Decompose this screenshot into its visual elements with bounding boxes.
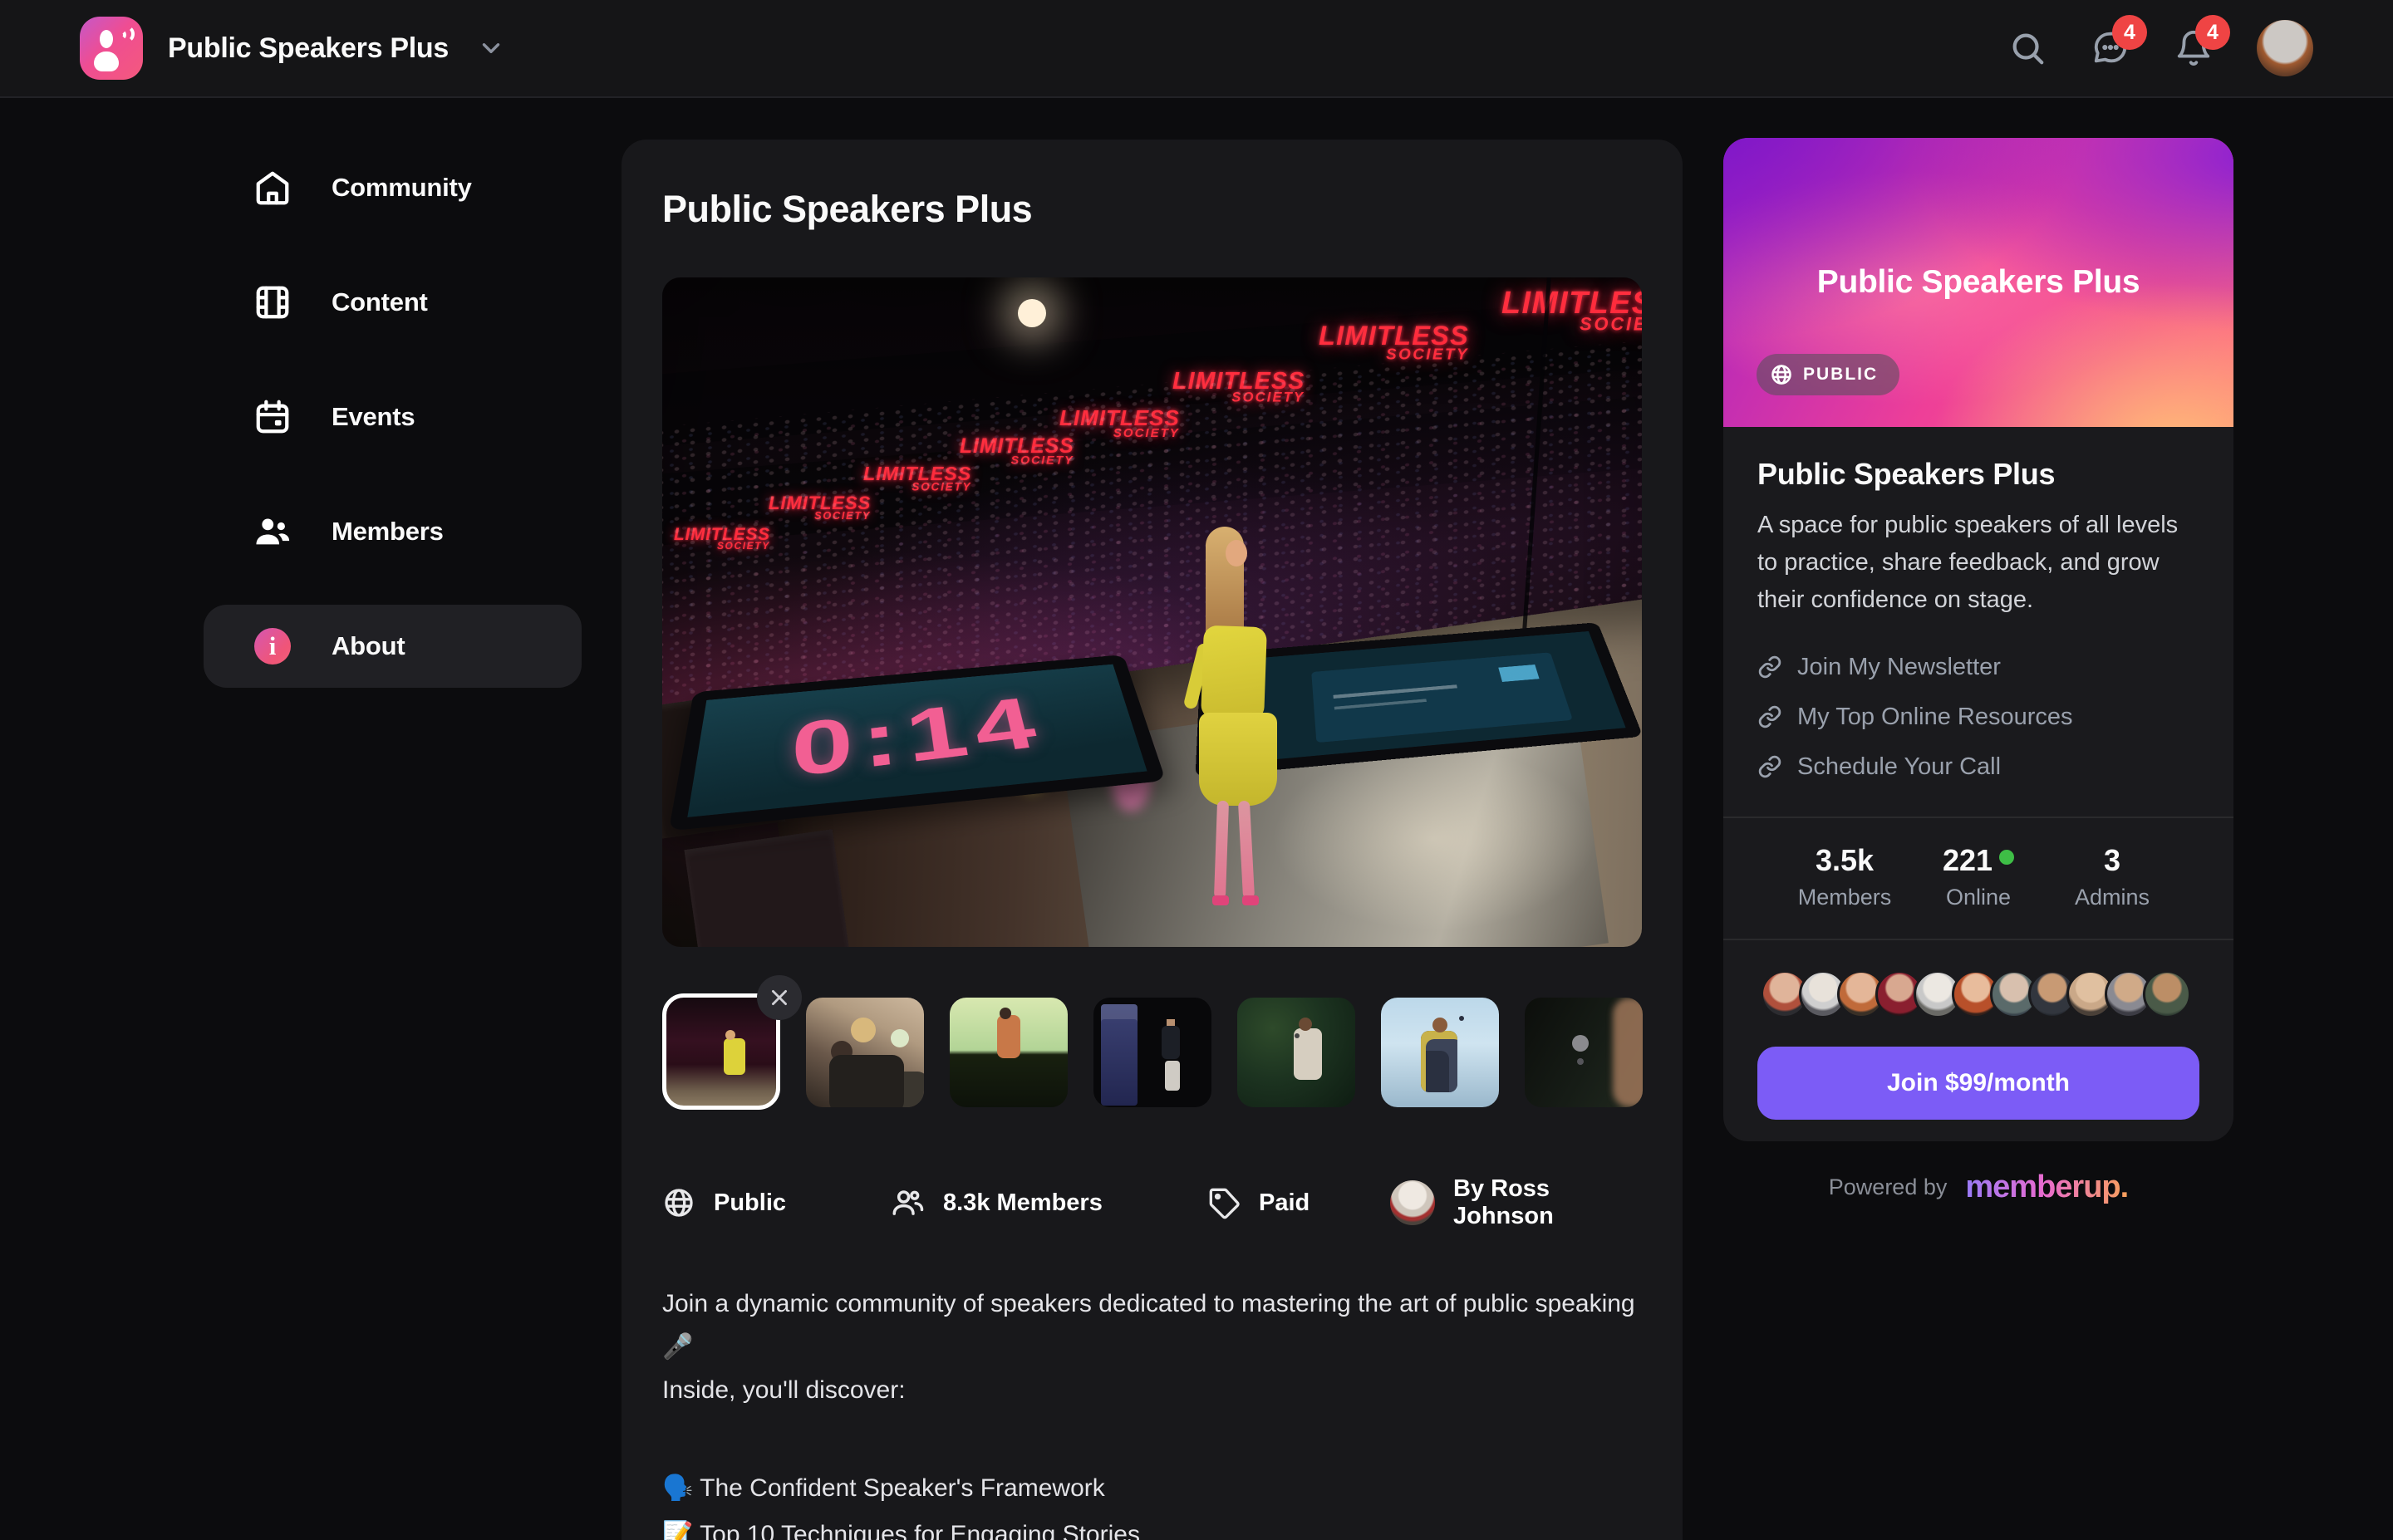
speaker-person-icon	[100, 30, 113, 48]
timer-text: 0:14	[791, 681, 1053, 795]
notifications-button[interactable]: 4	[2174, 28, 2214, 68]
online-dot	[1999, 850, 2014, 865]
join-button[interactable]: Join $99/month	[1757, 1047, 2199, 1120]
community-stats: 3.5k Members 221 Online 3 Admins	[1757, 818, 2199, 910]
community-banner: Public Speakers Plus PUBLIC	[1723, 138, 2233, 427]
panel-links: Join My Newsletter My Top Online Resourc…	[1757, 649, 2199, 785]
sidebar-item-members[interactable]: Members	[204, 490, 582, 573]
sidebar: Community Content Events Members i About	[204, 146, 582, 688]
close-icon[interactable]	[757, 975, 802, 1020]
community-switcher[interactable]: Public Speakers Plus	[80, 17, 505, 80]
stat-admins: 3 Admins	[2058, 843, 2166, 910]
stage-glow	[1260, 739, 1609, 939]
user-avatar[interactable]	[2257, 20, 2313, 76]
sidebar-item-about[interactable]: i About	[204, 605, 582, 688]
film-icon	[253, 283, 292, 321]
powered-by: Powered by memberup.	[1723, 1170, 2233, 1205]
members-meta: 8.3k Members	[890, 1176, 1103, 1229]
link-join-newsletter[interactable]: Join My Newsletter	[1757, 649, 2199, 685]
top-bar: Public Speakers Plus 4 4	[0, 0, 2393, 98]
description-paragraph: Join a dynamic community of speakers ded…	[662, 1283, 1643, 1369]
community-meta-row: Public 8.3k Members Paid By Ross Johnson	[662, 1176, 1642, 1229]
author-meta: By Ross Johnson	[1390, 1176, 1642, 1229]
description-bullet: 🗣️ The Confident Speaker's Framework	[662, 1465, 1643, 1512]
stage-equipment	[684, 829, 849, 947]
people-icon	[253, 513, 292, 551]
description-paragraph: Inside, you'll discover:	[662, 1369, 1643, 1412]
memberup-logo[interactable]: memberup.	[1965, 1170, 2128, 1205]
globe-icon	[662, 1186, 695, 1219]
sidebar-label: About	[332, 631, 405, 661]
tag-icon	[1207, 1186, 1241, 1219]
panel-title: Public Speakers Plus	[1757, 457, 2199, 492]
calendar-icon	[253, 398, 292, 436]
arena-sign: LIMITLESSSOCIETY	[1319, 324, 1469, 362]
about-card: Public Speakers Plus LIMITLESSSOCIETY LI…	[622, 140, 1683, 1540]
thumbnail-banner-speaker[interactable]	[1093, 998, 1211, 1107]
panel-body: Public Speakers Plus A space for public …	[1723, 427, 2233, 1120]
people-icon	[890, 1185, 925, 1220]
privacy-meta: Public	[662, 1176, 786, 1229]
sidebar-item-community[interactable]: Community	[204, 146, 582, 229]
stat-members: 3.5k Members	[1791, 843, 1899, 910]
notifications-badge: 4	[2195, 15, 2230, 50]
community-info-panel: Public Speakers Plus PUBLIC Public Speak…	[1723, 138, 2233, 1141]
link-icon	[1757, 704, 1782, 729]
thumbnail-patterned-shirt-speaker[interactable]	[1381, 998, 1499, 1107]
gallery-thumbnails	[662, 993, 1642, 1110]
globe-icon	[1770, 363, 1793, 386]
stat-online: 221 Online	[1924, 843, 2032, 910]
member-avatar	[2143, 970, 2191, 1018]
community-description: Join a dynamic community of speakers ded…	[662, 1283, 1643, 1540]
sidebar-item-content[interactable]: Content	[204, 261, 582, 344]
link-icon	[1757, 655, 1782, 679]
home-icon	[253, 169, 292, 207]
sidebar-label: Content	[332, 287, 428, 317]
hero-image[interactable]: LIMITLESSSOCIETY LIMITLESSSOCIETY LIMITL…	[662, 277, 1642, 947]
sidebar-label: Members	[332, 517, 444, 547]
thumbnail-microphone-closeup[interactable]	[1525, 998, 1643, 1107]
sidebar-item-events[interactable]: Events	[204, 375, 582, 459]
link-icon	[1757, 754, 1782, 779]
description-bullet: 📝 Top 10 Techniques for Engaging Stories	[662, 1512, 1643, 1540]
search-icon	[2008, 29, 2047, 67]
app: Public Speakers Plus 4 4 Community	[0, 0, 2393, 1540]
sidebar-label: Events	[332, 402, 415, 432]
member-avatars	[1757, 970, 2199, 1018]
privacy-badge: PUBLIC	[1757, 354, 1899, 395]
thumbnail-outdoor-speaker[interactable]	[1237, 998, 1355, 1107]
page-title: Public Speakers Plus	[662, 188, 1642, 231]
thumbnail-workshop-group[interactable]	[806, 998, 924, 1107]
spotlight	[1018, 299, 1046, 327]
link-top-resources[interactable]: My Top Online Resources	[1757, 699, 2199, 735]
sidebar-label: Community	[332, 173, 472, 203]
author-avatar	[1390, 1180, 1435, 1225]
community-title: Public Speakers Plus	[168, 32, 449, 65]
speaker-figure	[1176, 520, 1309, 877]
thumbnail-green-screen-speaker[interactable]	[950, 998, 1068, 1107]
pricing-meta: Paid	[1207, 1176, 1310, 1229]
header-actions: 4 4	[2007, 20, 2313, 76]
banner-title: Public Speakers Plus	[1723, 264, 2233, 301]
info-icon: i	[253, 627, 292, 665]
messages-badge: 4	[2112, 15, 2147, 50]
arena-sign: LIMITLESSSOCIETY	[1501, 289, 1642, 333]
link-schedule-call[interactable]: Schedule Your Call	[1757, 748, 2199, 785]
community-logo[interactable]	[80, 17, 143, 80]
divider	[1723, 939, 2233, 940]
chevron-down-icon[interactable]	[477, 34, 505, 62]
messages-button[interactable]: 4	[2091, 28, 2130, 68]
panel-description: A space for public speakers of all level…	[1757, 507, 2199, 619]
search-button[interactable]	[2007, 28, 2047, 68]
